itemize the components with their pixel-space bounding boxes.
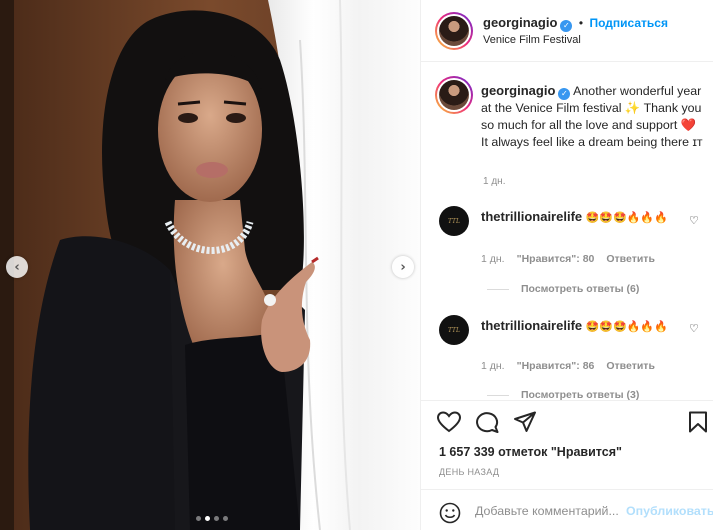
comment-composer: Добавьте комментарий... Опубликовать xyxy=(421,489,713,530)
carousel-indicator xyxy=(196,516,228,521)
comment-avatar[interactable]: TTL xyxy=(439,206,469,236)
comment-time[interactable]: 1 дн. xyxy=(481,253,505,265)
chevron-left-icon: ‹ xyxy=(14,259,20,275)
divider-line xyxy=(487,288,509,290)
comment-likes[interactable]: "Нравится": 86 xyxy=(517,360,595,372)
comment-likes[interactable]: "Нравится": 80 xyxy=(517,253,595,265)
comment-avatar[interactable]: TTL xyxy=(439,315,469,345)
caption-username[interactable]: georginagio xyxy=(481,83,555,98)
verified-badge-icon: ✓ xyxy=(558,88,571,100)
view-replies-label: Посмотреть ответы (3) xyxy=(521,390,640,400)
comment-meta: 1 дн. "Нравится": 80 Ответить xyxy=(481,253,655,265)
caption-time[interactable]: 1 дн. xyxy=(483,176,505,187)
publish-button[interactable]: Опубликовать xyxy=(626,504,713,518)
post-actions-section: 1 657 339 отметок "Нравится" ДЕНЬ НАЗАД … xyxy=(421,400,713,530)
brand-logo: TTL xyxy=(447,217,461,225)
author-avatar[interactable] xyxy=(435,12,473,50)
comment-input[interactable]: Добавьте комментарий... xyxy=(475,504,619,518)
instagram-post-modal: ‹ › georginagio ✓ • Подписаться Venice Fi… xyxy=(0,0,713,530)
bookmark-icon[interactable] xyxy=(688,411,708,433)
comment-text: 🤩🤩🤩🔥🔥🔥 xyxy=(585,211,668,224)
separator-dot: • xyxy=(578,16,584,30)
heart-icon[interactable] xyxy=(437,411,461,433)
post-image xyxy=(0,0,420,530)
comment-icon[interactable] xyxy=(475,411,499,433)
comment-meta: 1 дн. "Нравится": 86 Ответить xyxy=(481,360,655,372)
next-photo-button[interactable]: › xyxy=(392,256,414,278)
comment-time[interactable]: 1 дн. xyxy=(481,360,505,372)
brand-logo: TTL xyxy=(447,326,461,334)
reply-button[interactable]: Ответить xyxy=(606,253,655,265)
post-photo[interactable]: ‹ › xyxy=(0,0,420,530)
comment-like-heart-icon[interactable]: ♡ xyxy=(689,214,699,227)
comment-text: 🤩🤩🤩🔥🔥🔥 xyxy=(585,320,668,333)
carousel-dot xyxy=(223,516,228,521)
follow-button[interactable]: Подписаться xyxy=(590,16,668,30)
comment-body: thetrillionairelife 🤩🤩🤩🔥🔥🔥 xyxy=(481,317,681,335)
previous-photo-button[interactable]: ‹ xyxy=(6,256,28,278)
comment-username[interactable]: thetrillionairelife xyxy=(481,209,582,224)
view-replies-label: Посмотреть ответы (6) xyxy=(521,283,640,295)
author-username[interactable]: georginagio xyxy=(483,15,557,30)
carousel-dot xyxy=(196,516,201,521)
smiley-icon[interactable] xyxy=(439,502,461,524)
post-caption: georginagio ✓ Another wonderful year at t… xyxy=(481,82,706,151)
view-replies-button[interactable]: Посмотреть ответы (3) xyxy=(487,390,639,400)
header-title-row: georginagio ✓ • Подписаться xyxy=(483,14,668,32)
post-header: georginagio ✓ • Подписаться Venice Film F… xyxy=(421,0,713,62)
comment-like-heart-icon[interactable]: ♡ xyxy=(689,322,699,335)
view-replies-button[interactable]: Посмотреть ответы (6) xyxy=(487,283,639,295)
caption-author-avatar[interactable] xyxy=(435,76,473,114)
post-location[interactable]: Venice Film Festival xyxy=(483,34,581,46)
share-icon[interactable] xyxy=(513,411,537,433)
reply-button[interactable]: Ответить xyxy=(606,360,655,372)
carousel-dot-active xyxy=(205,516,210,521)
carousel-dot xyxy=(214,516,219,521)
likes-count[interactable]: 1 657 339 отметок "Нравится" xyxy=(439,445,622,459)
chevron-right-icon: › xyxy=(400,259,406,275)
post-timestamp[interactable]: ДЕНЬ НАЗАД xyxy=(439,467,499,477)
verified-badge-icon: ✓ xyxy=(560,20,573,32)
action-buttons xyxy=(437,411,537,433)
comment-username[interactable]: thetrillionairelife xyxy=(481,318,582,333)
divider-line xyxy=(487,394,509,396)
post-sidebar: georginagio ✓ • Подписаться Venice Film F… xyxy=(420,0,713,530)
comment-body: thetrillionairelife 🤩🤩🤩🔥🔥🔥 xyxy=(481,208,681,226)
